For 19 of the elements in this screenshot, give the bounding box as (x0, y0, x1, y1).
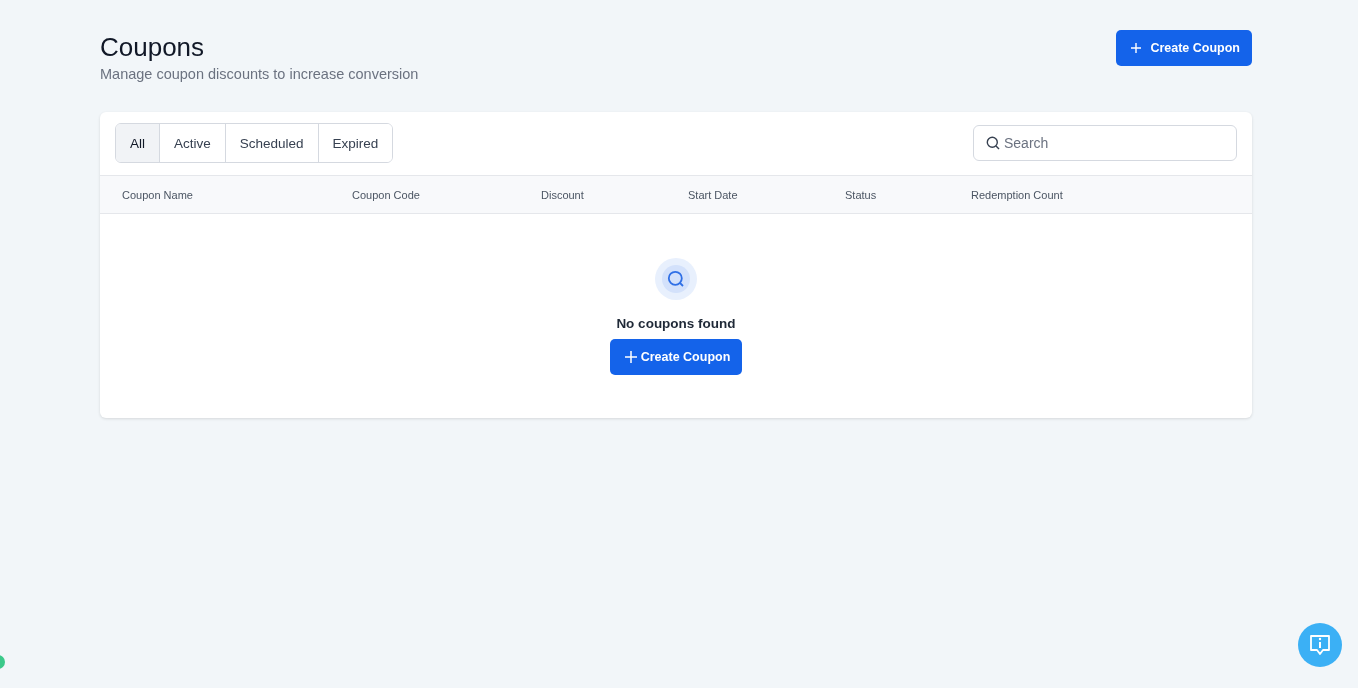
create-coupon-button[interactable]: Create Coupon (1116, 30, 1252, 66)
column-header: Status (845, 188, 878, 201)
page-subtitle: Manage coupon discounts to increase conversion (100, 66, 419, 82)
search-icon (986, 136, 1000, 150)
help-chat-icon[interactable] (1298, 623, 1342, 667)
filter-tab[interactable]: All (116, 124, 159, 162)
column-header: Coupon Name (122, 188, 194, 201)
plus-icon (624, 351, 637, 363)
empty-message: No coupons found (616, 316, 736, 331)
create-coupon-button[interactable]: Create Coupon (609, 339, 743, 375)
search-field[interactable]: Search (973, 125, 1237, 161)
column-header: Coupon Code (352, 188, 421, 201)
page-title: Coupons (100, 31, 206, 64)
column-header: Discount (541, 188, 585, 201)
column-header: Redemption Count (971, 188, 1064, 201)
plus-icon (1130, 42, 1143, 54)
filter-tab[interactable]: Expired (317, 124, 393, 162)
search-icon (655, 258, 697, 300)
column-header: Start Date (688, 188, 739, 201)
